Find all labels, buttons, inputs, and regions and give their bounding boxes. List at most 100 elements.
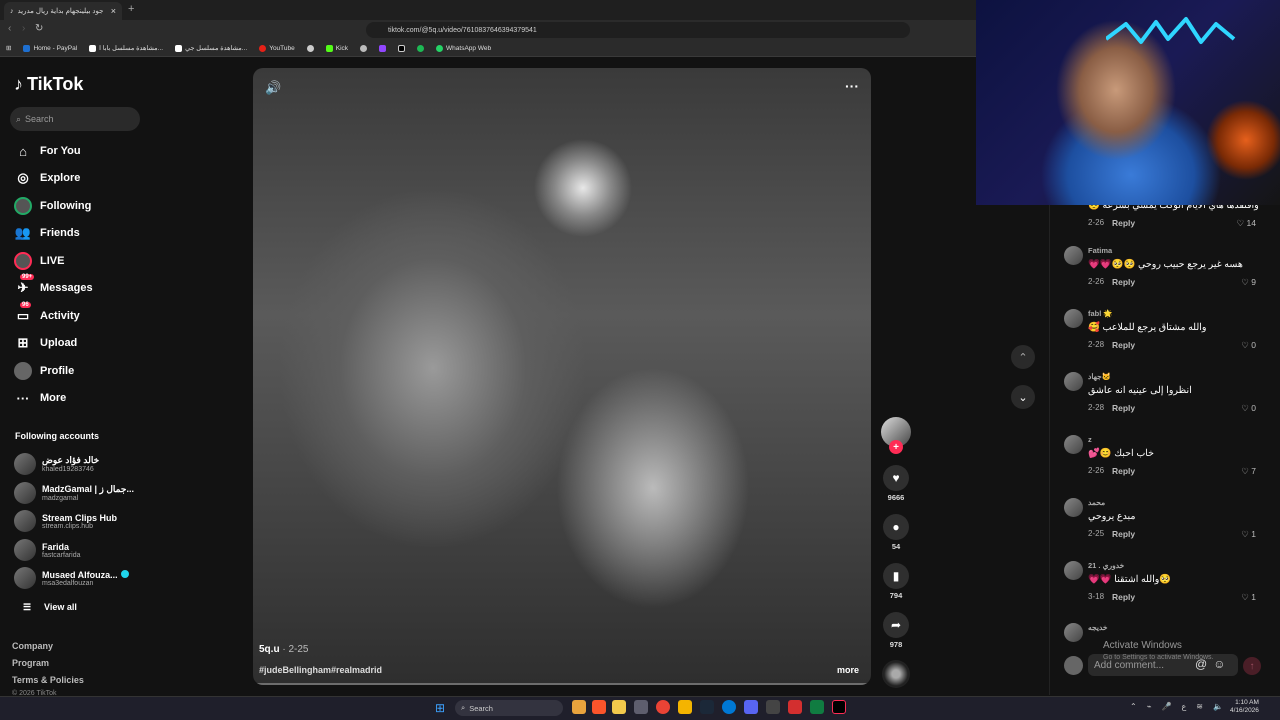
bookmark-youtube[interactable]: YouTube xyxy=(259,44,295,52)
video-author[interactable]: 5q.u · 2-25 xyxy=(259,644,308,655)
close-tab-icon[interactable]: × xyxy=(111,6,116,16)
address-bar[interactable]: tiktok.com/@5q.u/video/76108376463943795… xyxy=(366,22,910,38)
previous-video-icon[interactable]: ⌃ xyxy=(1011,345,1035,369)
browser-tab[interactable]: ♪ جود بيلينجهام بداية ريال مدريد × xyxy=(4,2,122,20)
copilot-icon[interactable] xyxy=(572,700,586,714)
account-item[interactable]: Stream Clips Hub stream.clips.hub xyxy=(14,509,144,533)
comment-icon[interactable]: ● xyxy=(883,514,909,540)
video-player[interactable]: 🔊 ··· 5q.u · 2-25 #judeBellingham#realma… xyxy=(253,68,871,685)
account-item[interactable]: خالد فؤاد عوض khaled19283746 xyxy=(14,452,144,476)
network-icon[interactable]: ⌁ xyxy=(1147,702,1152,711)
nav-activity[interactable]: ▭ 96 Activity xyxy=(14,302,154,326)
avatar[interactable] xyxy=(1064,435,1083,454)
bookmark-twitch[interactable] xyxy=(379,44,387,52)
nav-more[interactable]: ··· More xyxy=(14,388,154,408)
windows-start-icon[interactable]: ⊞ xyxy=(435,701,445,715)
tiktok-app-icon[interactable] xyxy=(832,700,846,714)
system-clock[interactable]: 1:10 AM 4/16/2026 xyxy=(1230,699,1259,715)
comment-like[interactable]: ♡ 9 xyxy=(1241,277,1256,288)
calendar-icon[interactable] xyxy=(634,700,648,714)
account-item[interactable]: Farida fastcarfarida xyxy=(14,538,144,562)
share-action[interactable]: ➦ 978 xyxy=(882,612,910,649)
search-input[interactable]: ⌕ Search xyxy=(10,107,140,131)
chrome-icon[interactable] xyxy=(656,700,670,714)
taskbar-search[interactable]: ⌕ Search xyxy=(455,700,563,716)
reply-button[interactable]: Reply xyxy=(1112,218,1135,228)
discord-icon[interactable] xyxy=(744,700,758,714)
reload-icon[interactable]: ↻ xyxy=(35,23,43,34)
bookmark-icon[interactable]: ▮ xyxy=(883,563,909,589)
bookmark-globe[interactable] xyxy=(306,44,314,52)
avatar[interactable] xyxy=(1064,309,1083,328)
nav-explore[interactable]: ◎ Explore xyxy=(14,168,154,188)
follow-plus-icon[interactable]: + xyxy=(889,440,903,454)
comment-action[interactable]: ● 54 xyxy=(882,514,910,551)
back-icon[interactable]: ‹ xyxy=(8,23,11,34)
comment-like[interactable]: ♡ 1 xyxy=(1241,529,1256,540)
footer-terms[interactable]: Terms & Policies xyxy=(12,675,84,685)
view-all-button[interactable]: ☰ View all xyxy=(18,597,158,617)
next-video-icon[interactable]: ⌄ xyxy=(1011,385,1035,409)
nav-profile[interactable]: Profile xyxy=(14,361,154,381)
chevron-up-icon[interactable]: ⌃ xyxy=(1130,702,1137,711)
emoji-icon[interactable]: ☺ xyxy=(1213,657,1225,671)
like-action[interactable]: ♥ 9666 xyxy=(882,465,910,502)
forward-icon[interactable]: › xyxy=(22,23,25,34)
app-red-icon[interactable] xyxy=(788,700,802,714)
obs-icon[interactable] xyxy=(766,700,780,714)
bookmark-whatsapp[interactable]: WhatsApp Web xyxy=(436,44,491,52)
reply-button[interactable]: Reply xyxy=(1112,592,1135,602)
more-options-icon[interactable]: ··· xyxy=(845,78,859,94)
heart-icon[interactable]: ♥ xyxy=(883,465,909,491)
microphone-icon[interactable]: 🎤 xyxy=(1162,702,1172,711)
footer-company[interactable]: Company xyxy=(12,641,53,651)
nav-messages[interactable]: ✈ 99+ Messages xyxy=(14,274,154,298)
save-action[interactable]: ▮ 794 xyxy=(882,563,910,600)
nav-live[interactable]: LIVE xyxy=(14,251,154,271)
video-progress-bar[interactable] xyxy=(253,683,871,685)
reply-button[interactable]: Reply xyxy=(1112,529,1135,539)
avatar[interactable] xyxy=(1064,561,1083,580)
reply-button[interactable]: Reply xyxy=(1112,466,1135,476)
brave-icon[interactable] xyxy=(592,700,606,714)
new-tab-button[interactable]: + xyxy=(128,3,134,15)
footer-program[interactable]: Program xyxy=(12,658,49,668)
volume-icon[interactable]: 🔈 xyxy=(1213,702,1223,711)
app-icon[interactable] xyxy=(678,700,692,714)
reply-button[interactable]: Reply xyxy=(1112,403,1135,413)
avatar[interactable] xyxy=(1064,623,1083,642)
bookmark-paypal[interactable]: Home - PayPal xyxy=(23,44,77,52)
account-item[interactable]: MadzGamal | جمال ز... madzgamal xyxy=(14,481,144,505)
language-indicator[interactable]: ع xyxy=(1182,702,1187,711)
bookmark-series-2[interactable]: مشاهدة مسلسل جي... xyxy=(175,44,247,52)
avatar[interactable] xyxy=(1064,498,1083,517)
nav-for-you[interactable]: ⌂ For You xyxy=(14,141,154,161)
comment-like[interactable]: ♡ 0 xyxy=(1241,403,1256,414)
wifi-icon[interactable]: ≋ xyxy=(1196,702,1203,711)
video-caption[interactable]: #judeBellingham#realmadrid xyxy=(259,665,382,675)
bookmark-tiktok[interactable] xyxy=(398,44,406,52)
bookmark-kick[interactable]: Kick xyxy=(325,44,348,52)
caption-more-button[interactable]: more xyxy=(837,665,859,675)
nav-following[interactable]: Following xyxy=(14,196,154,216)
comment-like[interactable]: ♡ 0 xyxy=(1241,340,1256,351)
avatar[interactable] xyxy=(1064,372,1083,391)
music-disc-icon[interactable] xyxy=(882,660,910,688)
comment-like[interactable]: ♡ 1 xyxy=(1241,592,1256,603)
account-item[interactable]: Musaed Alfouza... msa3edalfouzan xyxy=(14,566,144,590)
apps-icon[interactable]: ⊞ xyxy=(6,44,11,52)
comment-like[interactable]: ♡ 14 xyxy=(1237,218,1256,229)
avatar[interactable] xyxy=(1064,246,1083,265)
send-comment-button[interactable]: ↑ xyxy=(1243,657,1261,675)
share-icon[interactable]: ➦ xyxy=(883,612,909,638)
bookmark-spotify[interactable] xyxy=(417,44,425,52)
excel-icon[interactable] xyxy=(810,700,824,714)
reply-button[interactable]: Reply xyxy=(1112,340,1135,350)
comment-like[interactable]: ♡ 7 xyxy=(1241,466,1256,477)
nav-upload[interactable]: ⊞ Upload xyxy=(14,333,154,353)
nav-friends[interactable]: 👥 Friends xyxy=(14,223,154,243)
volume-icon[interactable]: 🔊 xyxy=(265,80,281,96)
bookmark-ext-1[interactable] xyxy=(360,44,368,52)
tiktok-logo[interactable]: ♪ TikTok xyxy=(14,74,83,95)
edge-icon[interactable] xyxy=(722,700,736,714)
